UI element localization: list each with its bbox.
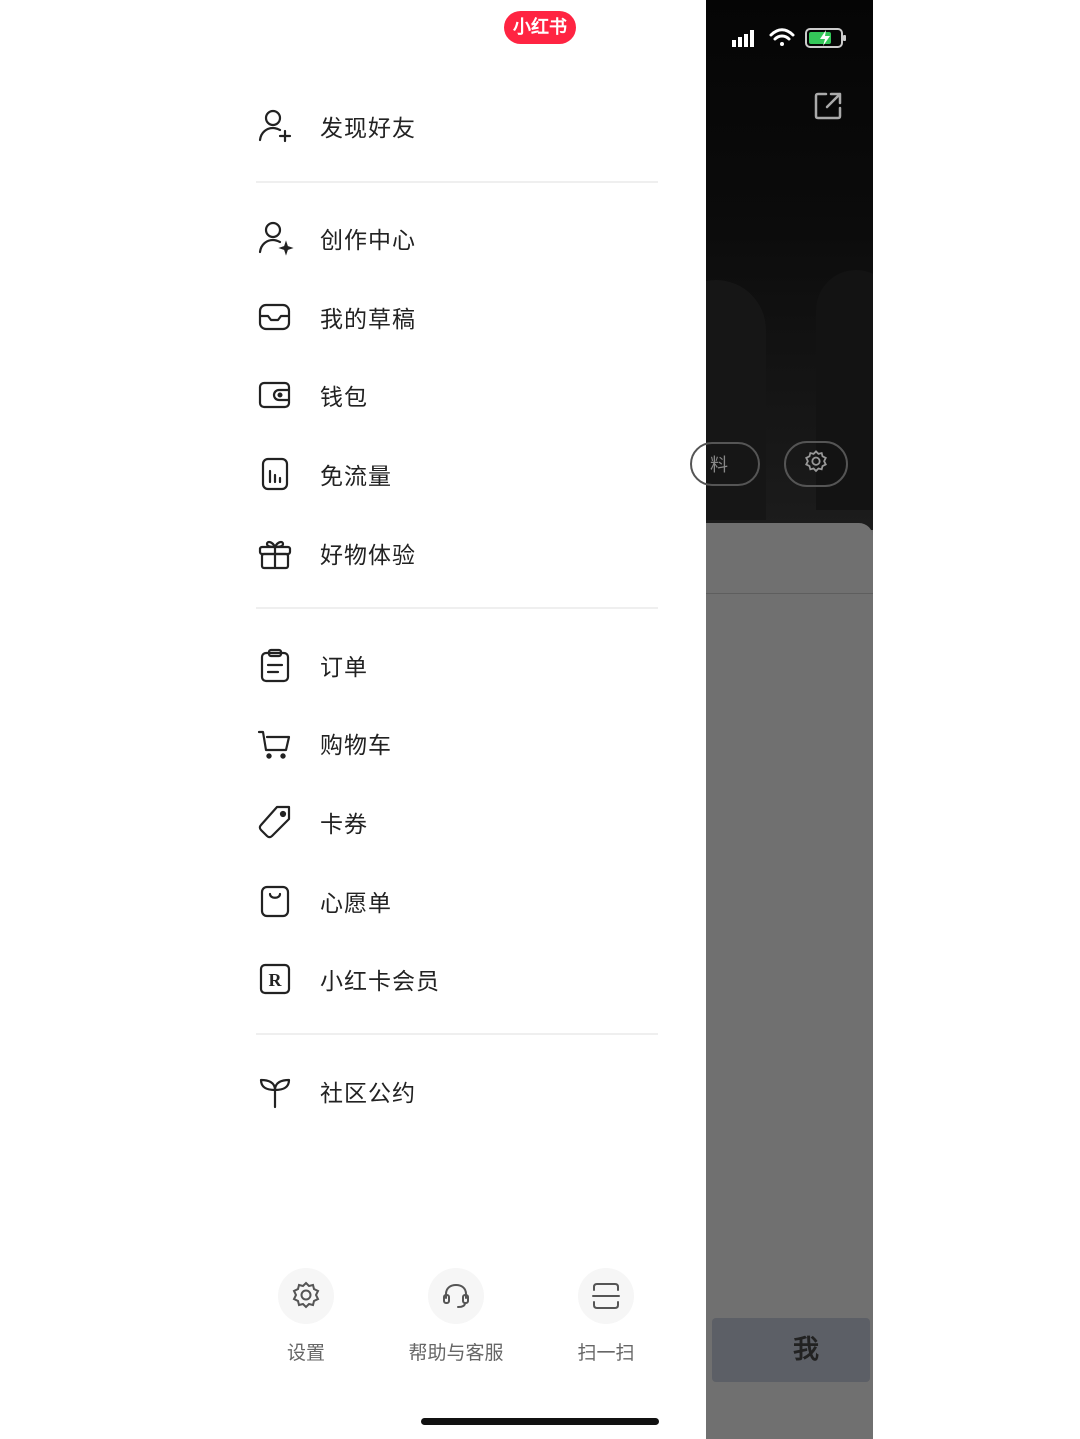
menu-item-orders[interactable]: 订单 (256, 637, 656, 693)
menu-item-label: 心愿单 (320, 891, 392, 917)
menu-item-free-data[interactable]: 免流量 (256, 446, 656, 502)
menu-item-community-rules[interactable]: 社区公约 (256, 1063, 656, 1119)
home-indicator (421, 1418, 659, 1425)
menu-item-find-friends[interactable]: 发现好友 (256, 98, 656, 154)
divider (256, 607, 658, 609)
menu-item-label: 发现好友 (320, 116, 416, 142)
membership-r-icon: R (256, 960, 294, 998)
sprout-icon (256, 1072, 294, 1110)
menu-item-label: 订单 (320, 655, 368, 681)
menu-item-creator-center[interactable]: 创作中心 (256, 210, 656, 266)
help-support-button[interactable]: 帮助与客服 (391, 1268, 521, 1365)
divider (256, 1033, 658, 1035)
svg-text:R: R (269, 970, 283, 990)
menu-item-label: 钱包 (320, 385, 368, 411)
menu-item-label: 卡券 (320, 812, 368, 838)
help-support-label: 帮助与客服 (408, 1342, 504, 1364)
scan-icon (578, 1268, 634, 1324)
menu-item-wallet[interactable]: 钱包 (256, 367, 656, 423)
wallet-icon (256, 376, 294, 414)
gift-icon (256, 534, 294, 572)
drafts-icon (256, 298, 294, 336)
wishlist-bag-icon (256, 882, 294, 920)
menu-item-membership[interactable]: R 小红卡会员 (256, 951, 656, 1007)
add-friend-icon (256, 107, 294, 145)
menu-item-label: 创作中心 (320, 228, 416, 254)
xiaohongshu-logo: 小红书 (504, 11, 576, 44)
status-bar (730, 26, 848, 54)
gear-icon (278, 1268, 334, 1324)
cart-icon (256, 724, 294, 762)
tab-me[interactable]: 我 (712, 1318, 870, 1382)
menu-item-label: 购物车 (320, 733, 392, 759)
edit-profile-button[interactable]: 料 (690, 442, 760, 486)
gear-icon (803, 449, 829, 479)
settings-label: 设置 (286, 1342, 325, 1364)
page-margin (873, 0, 1080, 1439)
wifi-icon (768, 27, 796, 53)
share-icon[interactable] (812, 90, 844, 126)
menu-item-drafts[interactable]: 我的草稿 (256, 289, 656, 345)
menu-item-label: 社区公约 (320, 1081, 416, 1107)
creator-center-icon (256, 219, 294, 257)
menu-item-good-experience[interactable]: 好物体验 (256, 525, 656, 581)
divider (256, 181, 658, 183)
menu-item-label: 小红卡会员 (320, 969, 440, 995)
scan-label: 扫一扫 (577, 1342, 635, 1364)
menu-item-wishlist[interactable]: 心愿单 (256, 873, 656, 929)
scan-button[interactable]: 扫一扫 (541, 1268, 671, 1365)
headset-icon (428, 1268, 484, 1324)
menu-item-coupons[interactable]: 卡券 (256, 794, 656, 850)
free-data-icon (256, 455, 294, 493)
menu-item-label: 好物体验 (320, 543, 416, 569)
menu-item-label: 免流量 (320, 464, 392, 490)
coupon-tag-icon (256, 803, 294, 841)
signal-icon (730, 27, 760, 53)
battery-charging-icon (804, 26, 848, 54)
underlying-profile-page (706, 0, 873, 1439)
menu-item-label: 我的草稿 (320, 307, 416, 333)
clipboard-icon (256, 646, 294, 684)
profile-settings-button[interactable] (784, 441, 848, 487)
settings-button[interactable]: 设置 (241, 1268, 371, 1365)
menu-item-cart[interactable]: 购物车 (256, 715, 656, 771)
